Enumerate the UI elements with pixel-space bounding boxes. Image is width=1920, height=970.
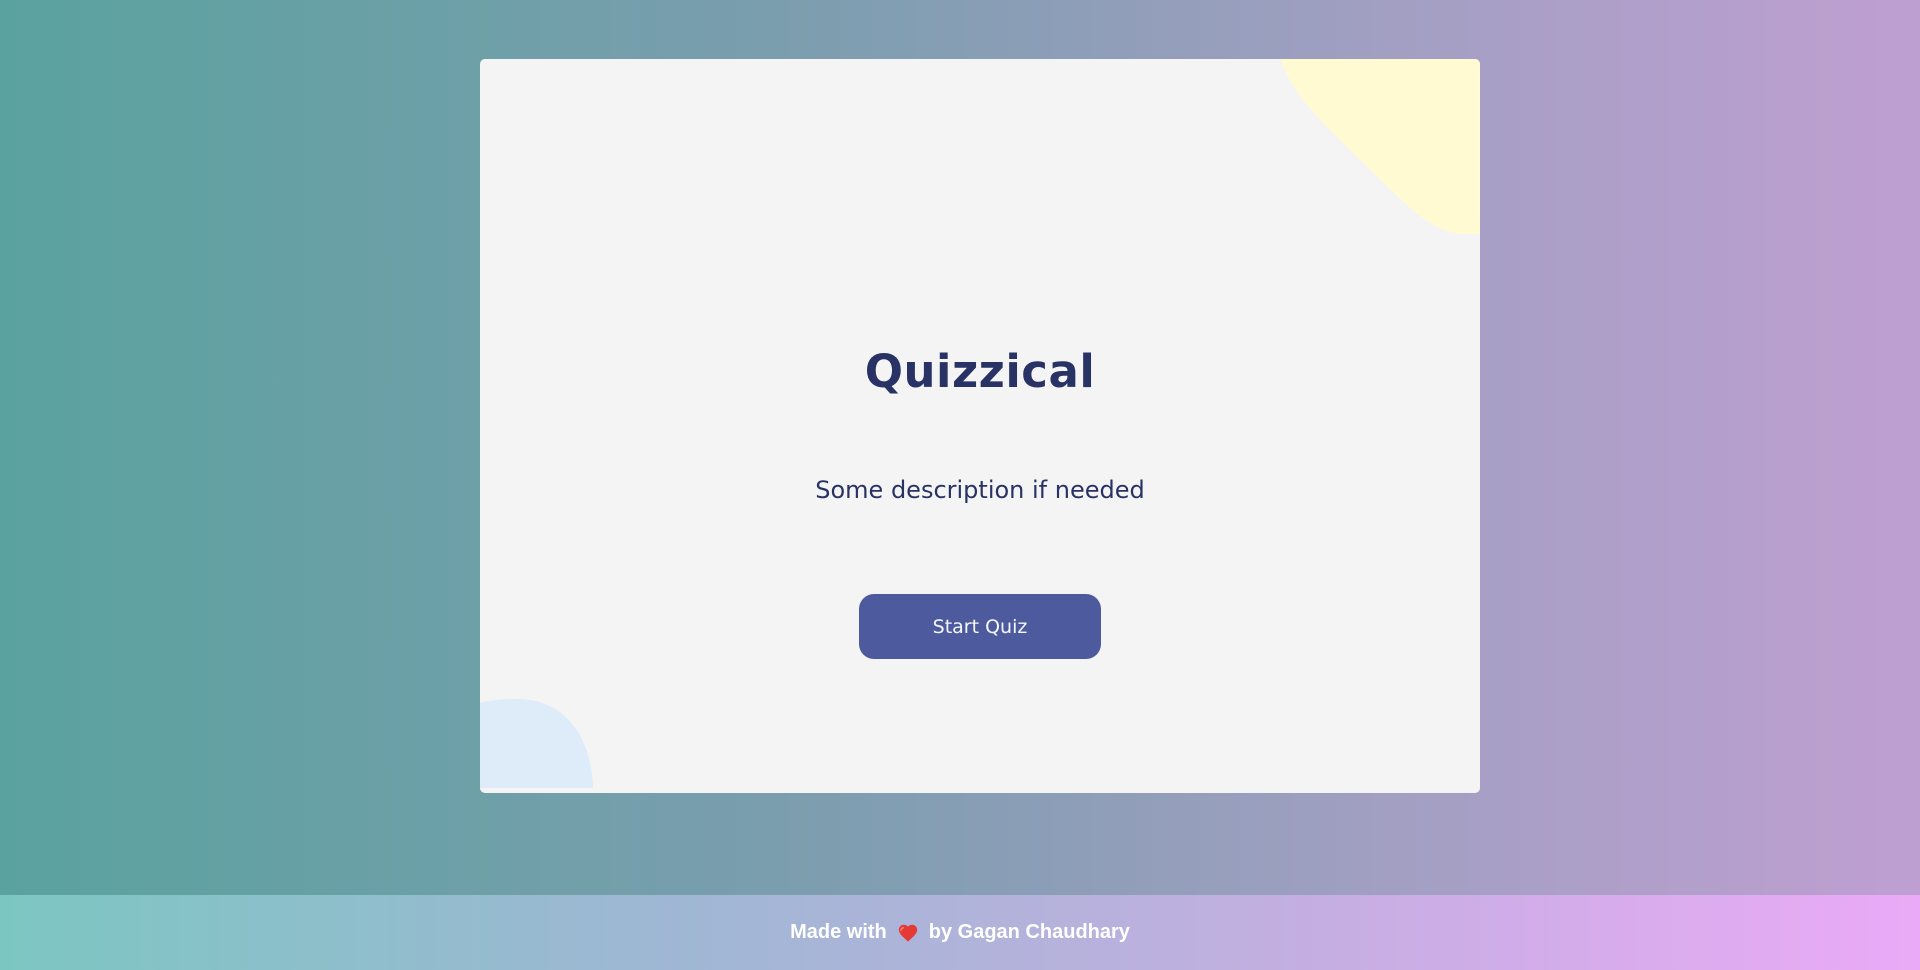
decorative-yellow-blob [1280, 59, 1480, 234]
footer: Made with by Gagan Chaudhary [0, 895, 1920, 970]
app-description: Some description if needed [815, 476, 1145, 504]
start-quiz-button[interactable]: Start Quiz [859, 594, 1101, 659]
heart-icon [898, 924, 917, 942]
footer-author: by Gagan Chaudhary [928, 921, 1130, 943]
footer-prefix: Made with [790, 921, 887, 943]
quiz-start-card: Quizzical Some description if needed Sta… [480, 59, 1480, 793]
decorative-blue-blob [480, 699, 593, 788]
app-title: Quizzical [864, 345, 1096, 398]
